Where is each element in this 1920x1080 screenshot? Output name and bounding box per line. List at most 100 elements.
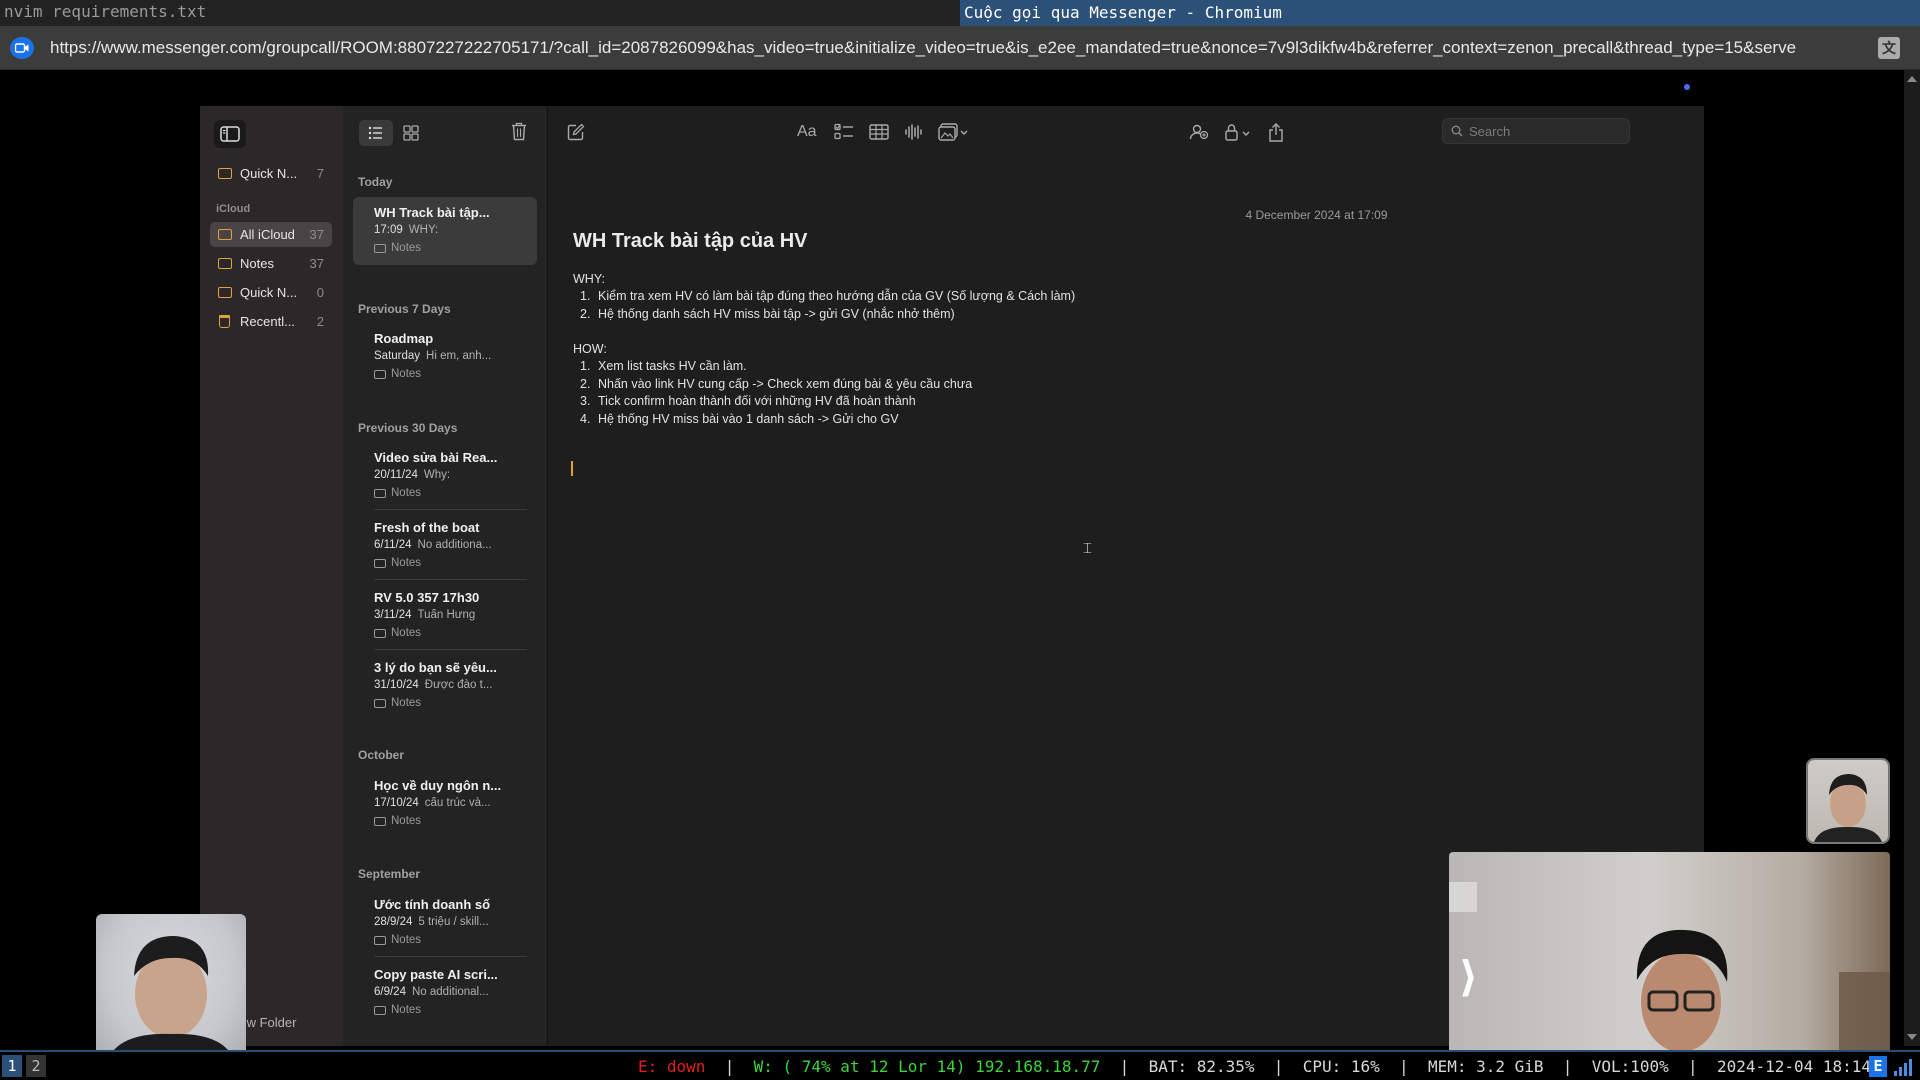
note-heading[interactable]: WH Track bài tập của HV (573, 230, 808, 253)
folder-icon (374, 816, 386, 826)
note-folder-label: Notes (391, 1004, 422, 1016)
self-video-tile[interactable] (96, 914, 246, 1064)
note-preview: WHY: (408, 224, 439, 236)
folder-notes[interactable]: Notes 37 (210, 251, 332, 276)
note-preview: Tuấn Hưng (417, 609, 476, 621)
list-view-icon[interactable] (359, 120, 393, 151)
network-signal-icon[interactable] (1894, 1058, 1914, 1076)
how-label[interactable]: HOW: (573, 342, 607, 356)
workspace-2-button[interactable]: 2 (26, 1055, 46, 1077)
how-list-item[interactable]: 1. Xem list tasks HV cần làm. (580, 359, 747, 373)
note-folder: Notes (374, 487, 421, 499)
browser-content: Quick N... 7 iCloud All iCloud 37 Notes … (0, 70, 1920, 1080)
workspace-1-button[interactable]: 1 (2, 1055, 22, 1077)
video-camera-icon[interactable] (10, 37, 34, 59)
wifi-status: W: ( 74% at 12 Lor 14) 192.168.18.77 (753, 1057, 1101, 1076)
note-folder: Notes (374, 557, 421, 569)
note-meta: 20/11/24 Why: (374, 469, 534, 481)
note-meta: 17/10/24 cấu trúc và... (374, 797, 534, 809)
keyboard-layout-badge[interactable]: E (1869, 1056, 1887, 1077)
note-list-item[interactable]: Fresh of the boat 6/11/24 No additiona...… (353, 512, 537, 580)
folder-icon (374, 243, 386, 253)
shared-screen-top-strip (200, 70, 1704, 106)
recording-indicator-dot (1684, 84, 1690, 90)
note-title: Ước tính doanh số (374, 897, 491, 912)
note-list-item[interactable]: Video sửa bài Rea... 20/11/24 Why: Notes (353, 442, 537, 510)
folders-sidebar: Quick N... 7 iCloud All iCloud 37 Notes … (200, 106, 343, 1046)
folder-name: Recentl... (240, 314, 295, 329)
sidebar-toggle-icon[interactable] (214, 120, 246, 148)
why-list-item[interactable]: 2. Hệ thống danh sách HV miss bài tập -> … (580, 307, 955, 321)
text-cursor-icon: ⌶ (1083, 540, 1093, 557)
list-item-text: Nhấn vào link HV cung cấp -> Check xem đ… (598, 377, 973, 391)
note-date: 17:09 (374, 224, 403, 236)
clock: 2024-12-04 18:14 (1716, 1057, 1872, 1076)
note-list-item[interactable]: Ước tính doanh số 28/9/24 5 triệu / skill… (353, 889, 537, 957)
folder-recently-deleted[interactable]: Recentl... 2 (210, 309, 332, 334)
folder-icon (374, 1005, 386, 1015)
folder-quick-notes-icloud[interactable]: Quick N... 0 (210, 280, 332, 305)
note-meta: 6/11/24 No additiona... (374, 539, 534, 551)
note-list-item[interactable]: Copy paste AI scri... 6/9/24 No additiona… (353, 959, 537, 1027)
note-preview: Hi em, anh... (426, 350, 492, 362)
why-list-item[interactable]: 1. Kiểm tra xem HV có làm bài tập đúng th… (580, 289, 1075, 303)
note-preview: No additiona... (417, 539, 492, 551)
note-list-item[interactable]: Học về duy ngôn n... 17/10/24 cấu trúc và… (353, 770, 537, 838)
folder-count: 0 (316, 285, 324, 300)
scroll-up-arrow-icon[interactable] (1907, 76, 1917, 82)
active-window-title[interactable]: Cuộc gọi qua Messenger - Chromium (960, 0, 1920, 26)
note-folder-label: Notes (391, 487, 422, 499)
table-icon[interactable] (869, 120, 889, 144)
note-folder-label: Notes (391, 368, 422, 380)
expand-chevron-icon[interactable]: ⟩ (1459, 952, 1478, 1001)
collaborate-icon[interactable] (1189, 120, 1209, 144)
folder-quick-notes[interactable]: Quick N... 7 (210, 161, 332, 186)
note-title: 3 lý do bạn sẽ yêu... (374, 660, 497, 675)
url-field[interactable]: https://www.messenger.com/groupcall/ROOM… (50, 38, 1860, 58)
checklist-icon[interactable] (834, 120, 854, 144)
browser-url-bar: https://www.messenger.com/groupcall/ROOM… (0, 26, 1920, 70)
note-list-item[interactable]: 3 lý do bạn sẽ yêu... 31/10/24 Được đào t… (353, 652, 537, 720)
audio-waveform-icon[interactable] (904, 120, 922, 144)
folder-icon (218, 258, 232, 269)
share-icon[interactable] (1268, 120, 1284, 144)
note-meta: 28/9/24 5 triệu / skill... (374, 916, 534, 928)
group-header-previous-7-days: Previous 7 Days (358, 302, 451, 316)
icloud-section-label: iCloud (216, 203, 251, 215)
lock-icon[interactable] (1224, 120, 1252, 144)
folder-icon (374, 558, 386, 568)
why-label[interactable]: WHY: (573, 272, 605, 286)
how-list-item[interactable]: 4. Hệ thống HV miss bài vào 1 danh sách -… (580, 412, 899, 426)
how-list-item[interactable]: 3. Tick confirm hoàn thành đối với những … (580, 394, 916, 408)
note-list-item[interactable]: RV 5.0 357 17h30 3/11/24 Tuấn Hưng Notes (353, 582, 537, 650)
note-preview: Why: (423, 469, 451, 481)
note-list-item[interactable]: Roadmap Saturday Hi em, anh... Notes (353, 323, 537, 391)
note-meta: 17:09 WHY: (374, 224, 534, 236)
folder-all-icloud[interactable]: All iCloud 37 (210, 222, 332, 247)
note-meta: 6/9/24 No additional... (374, 986, 534, 998)
main-participant-video[interactable]: ⟩ (1449, 852, 1890, 1080)
how-list-item[interactable]: 2. Nhấn vào link HV cung cấp -> Check xem… (580, 377, 972, 391)
list-separator (374, 649, 527, 650)
inactive-window-title[interactable]: nvim requirements.txt (4, 2, 206, 21)
note-list-item[interactable]: WH Track bài tập... 17:09 WHY: Notes (353, 197, 537, 265)
format-text-button[interactable]: Aa (797, 120, 817, 144)
cpu-status: CPU: 16% (1302, 1057, 1380, 1076)
folder-count: 37 (309, 227, 324, 242)
compose-icon[interactable] (567, 120, 585, 144)
search-input[interactable]: Search (1442, 118, 1630, 144)
note-title: Copy paste AI scri... (374, 967, 498, 982)
folder-name: Quick N... (240, 285, 298, 300)
translate-icon[interactable]: 文 (1878, 37, 1900, 59)
delete-trash-icon[interactable] (511, 122, 527, 146)
media-insert-icon[interactable] (938, 120, 970, 144)
participant-video-thumbnail[interactable] (1806, 758, 1890, 844)
note-preview: 5 triệu / skill... (418, 916, 489, 928)
note-preview: Được đào t... (424, 679, 493, 691)
list-item-text: Tick confirm hoàn thành đối với những HV… (598, 394, 916, 408)
page-scrollbar[interactable] (1904, 70, 1920, 1046)
scroll-down-arrow-icon[interactable] (1907, 1034, 1917, 1040)
gallery-view-icon[interactable] (403, 125, 419, 146)
note-preview: No additional... (411, 986, 489, 998)
window-title-bar: nvim requirements.txt Cuộc gọi qua Messe… (0, 0, 1920, 26)
